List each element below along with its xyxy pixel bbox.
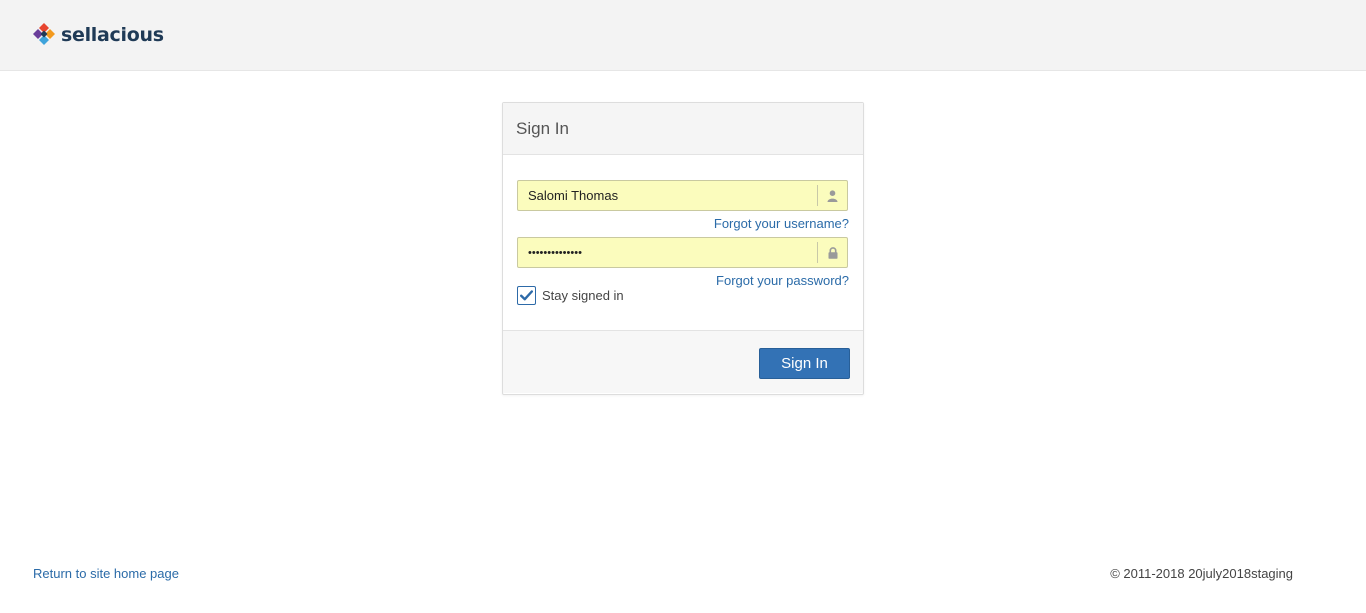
sellacious-logo-icon: [33, 23, 55, 45]
remember-me: Stay signed in: [517, 286, 624, 305]
top-header: sellacious: [0, 0, 1366, 71]
sign-in-button[interactable]: Sign In: [759, 348, 850, 379]
forgot-password-link[interactable]: Forgot your password?: [716, 273, 849, 288]
password-group: [517, 237, 848, 268]
user-icon: [827, 189, 838, 202]
brand-logo[interactable]: sellacious: [32, 22, 164, 48]
copyright-text: © 2011-2018 20july2018staging: [1110, 566, 1293, 581]
remember-label: Stay signed in: [542, 288, 624, 303]
username-input[interactable]: [518, 181, 817, 210]
login-form: Forgot your username? Forgot your passwo…: [503, 155, 863, 331]
check-icon: [520, 290, 533, 301]
username-group: [517, 180, 848, 211]
brand-name: sellacious: [61, 24, 164, 46]
lock-icon: [828, 246, 837, 259]
forgot-username-link[interactable]: Forgot your username?: [714, 216, 849, 231]
panel-footer: Sign In: [503, 331, 863, 393]
login-panel: Sign In Forgot your username? Forgot you…: [502, 102, 864, 395]
username-addon: [817, 185, 847, 206]
panel-heading: Sign In: [503, 103, 863, 155]
password-addon: [817, 242, 847, 263]
home-page-link[interactable]: Return to site home page: [33, 566, 179, 581]
password-input[interactable]: [518, 238, 817, 267]
remember-checkbox[interactable]: [517, 286, 536, 305]
panel-title: Sign In: [516, 118, 569, 138]
